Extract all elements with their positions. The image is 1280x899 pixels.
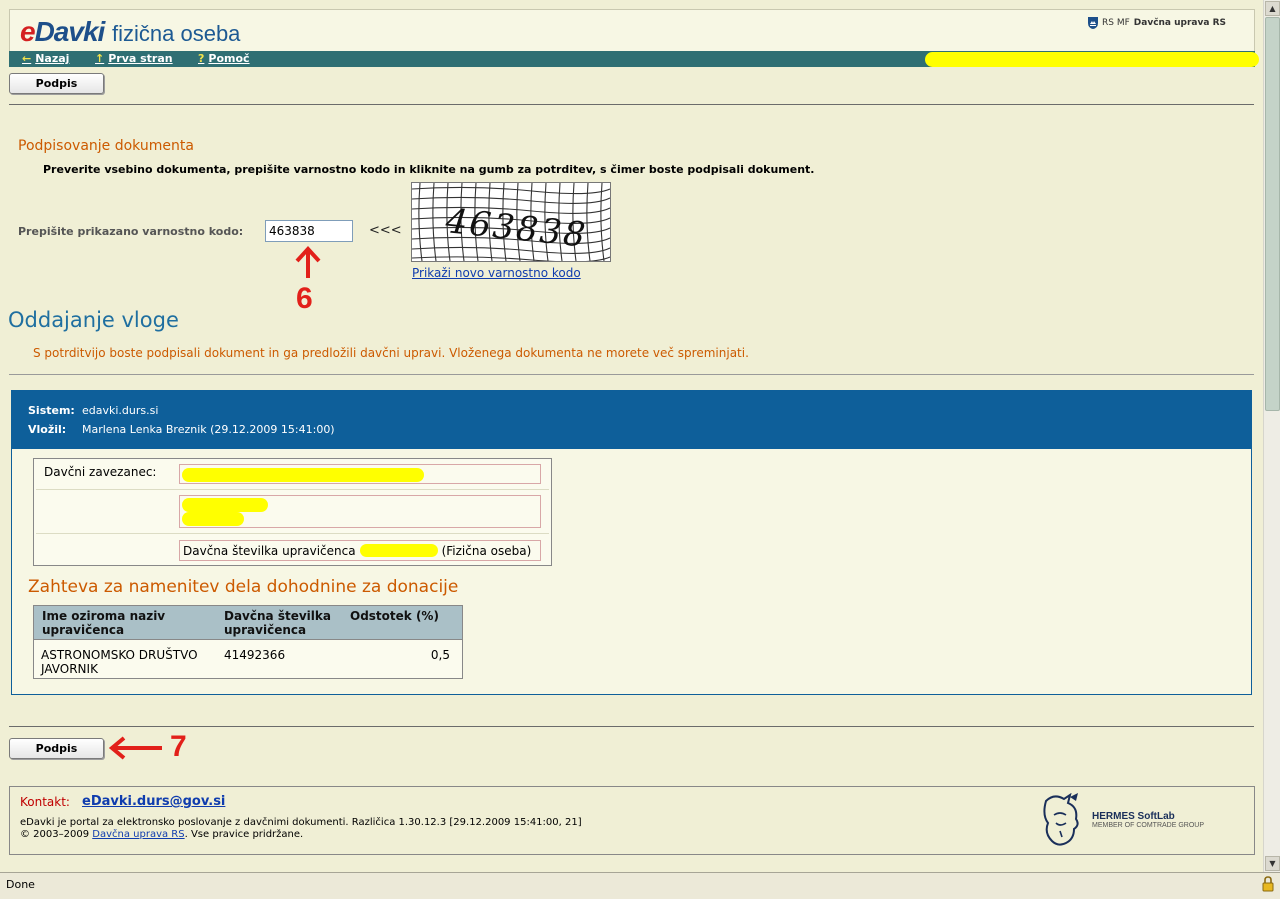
security-code-input[interactable] bbox=[265, 220, 353, 242]
code-pointer-arrows: <<< bbox=[369, 223, 402, 238]
row-recipient-tax-number: 41492366 bbox=[224, 648, 286, 662]
org-name: Davčna uprava RS bbox=[1133, 18, 1226, 28]
nav-help-link[interactable]: ? Pomoč bbox=[198, 52, 250, 66]
hermes-softlab-logo[interactable]: HERMES SoftLab MEMBER OF COMTRADE GROUP bbox=[1040, 793, 1204, 847]
vertical-scrollbar[interactable]: ▲ ▼ bbox=[1263, 0, 1280, 872]
nav-back-link[interactable]: ← Nazaj bbox=[22, 52, 69, 66]
brand-subtitle: MEMBER OF COMTRADE GROUP bbox=[1092, 822, 1205, 829]
col-recipient-name: Ime oziroma naziv upravičenca bbox=[42, 609, 166, 637]
contact-email-link[interactable]: eDavki.durs@gov.si bbox=[82, 794, 225, 809]
filed-by-label: Vložil: bbox=[28, 423, 67, 436]
submission-heading: Oddajanje vloge bbox=[8, 308, 179, 332]
col-percent: Odstotek (%) bbox=[350, 609, 439, 623]
navigation-bar: ← Nazaj ↑ Prva stran ? Pomoč bbox=[9, 51, 1259, 67]
page-header: eDavki fizična oseba RS MF Davčna uprava… bbox=[9, 9, 1255, 51]
filed-by-value: Marlena Lenka Breznik (29.12.2009 15:41:… bbox=[82, 423, 335, 436]
back-arrow-icon: ← bbox=[22, 52, 32, 65]
col-recipient-tax-number: Davčna številka upravičenca bbox=[224, 609, 331, 637]
system-value: edavki.durs.si bbox=[82, 404, 159, 417]
row-percent: 0,5 bbox=[430, 648, 450, 662]
divider-bottom bbox=[9, 726, 1254, 727]
taxpayer-separator-2 bbox=[36, 533, 549, 534]
document-panel: Sistem: edavki.durs.si Vložil: Marlena L… bbox=[11, 390, 1252, 695]
footer-description: eDavki je portal za elektronsko poslovan… bbox=[20, 817, 582, 828]
status-text: Done bbox=[6, 878, 35, 891]
tax-number-prefix: Davčna številka upravičenca bbox=[183, 543, 356, 558]
scroll-up-button[interactable]: ▲ bbox=[1265, 1, 1280, 16]
security-code-label: Prepišite prikazano varnostno kodo: bbox=[18, 225, 244, 238]
taxpayer-address-field bbox=[179, 495, 541, 528]
redacted-address-2 bbox=[182, 512, 244, 526]
taxpayer-separator-1 bbox=[36, 489, 549, 490]
donation-heading: Zahteva za namenitev dela dohodnine za d… bbox=[28, 577, 459, 597]
tax-number-suffix: (Fizična oseba) bbox=[441, 543, 532, 558]
organization-label: RS MF Davčna uprava RS bbox=[1088, 17, 1226, 29]
coat-of-arms-icon bbox=[1088, 17, 1098, 29]
footer-durs-link[interactable]: Davčna uprava RS bbox=[92, 829, 184, 840]
taxpayer-label: Davčni zavezanec: bbox=[44, 465, 157, 479]
redacted-tax-number bbox=[359, 544, 438, 557]
contact-label: Kontakt: bbox=[20, 795, 70, 809]
annotation-arrow-left-icon bbox=[108, 736, 162, 760]
signing-heading: Podpisovanje dokumenta bbox=[18, 138, 194, 154]
help-icon: ? bbox=[198, 52, 205, 65]
redacted-user-info bbox=[925, 52, 1259, 67]
lock-icon[interactable] bbox=[1262, 876, 1274, 892]
redacted-address-1 bbox=[182, 498, 268, 512]
scroll-down-button[interactable]: ▼ bbox=[1265, 856, 1280, 871]
annotation-step-7: 7 bbox=[170, 730, 187, 763]
org-short: RS MF bbox=[1102, 18, 1130, 28]
row-recipient-name: ASTRONOMSKO DRUŠTVO JAVORNIK bbox=[41, 648, 198, 676]
system-label: Sistem: bbox=[28, 404, 75, 417]
hermes-head-icon bbox=[1043, 793, 1079, 846]
captcha-image: 463838 bbox=[411, 182, 611, 263]
sign-button-bottom[interactable]: Podpis bbox=[9, 738, 104, 759]
sign-button-top[interactable]: Podpis bbox=[9, 73, 104, 94]
signing-instructions: Preverite vsebino dokumenta, prepišite v… bbox=[43, 163, 815, 176]
page-footer: Kontakt: eDavki.durs@gov.si eDavki je po… bbox=[9, 786, 1255, 855]
divider-mid bbox=[9, 374, 1254, 375]
donation-table-header: Ime oziroma naziv upravičenca Davčna šte… bbox=[34, 606, 462, 640]
new-code-link[interactable]: Prikaži novo varnostno kodo bbox=[412, 266, 581, 280]
divider-top bbox=[9, 104, 1254, 105]
donation-table: Ime oziroma naziv upravičenca Davčna šte… bbox=[33, 605, 463, 679]
brand-name: HERMES SoftLab bbox=[1092, 811, 1175, 822]
annotation-step-6: 6 bbox=[296, 282, 313, 315]
tax-number-field: Davčna številka upravičenca (Fizična ose… bbox=[179, 540, 541, 561]
up-arrow-icon: ↑ bbox=[95, 52, 105, 65]
annotation-arrow-up-icon bbox=[295, 246, 321, 278]
captcha-grid: 463838 bbox=[411, 182, 611, 263]
taxpayer-box: Davčni zavezanec: Davčna številka upravi… bbox=[33, 458, 552, 566]
scrollbar-thumb[interactable] bbox=[1265, 17, 1280, 411]
nav-home-link[interactable]: ↑ Prva stran bbox=[95, 52, 173, 66]
document-header: Sistem: edavki.durs.si Vložil: Marlena L… bbox=[12, 391, 1251, 449]
browser-status-bar: Done bbox=[0, 872, 1280, 899]
edavki-logo[interactable]: eDavki bbox=[20, 18, 105, 46]
taxpayer-name-field bbox=[179, 464, 541, 484]
redacted-taxpayer-name bbox=[182, 468, 424, 482]
submission-note: S potrditvijo boste podpisali dokument i… bbox=[33, 346, 749, 360]
page-subtitle: fizična oseba bbox=[112, 21, 241, 46]
footer-copyright: © 2003–2009 Davčna uprava RS. Vse pravic… bbox=[20, 829, 304, 840]
